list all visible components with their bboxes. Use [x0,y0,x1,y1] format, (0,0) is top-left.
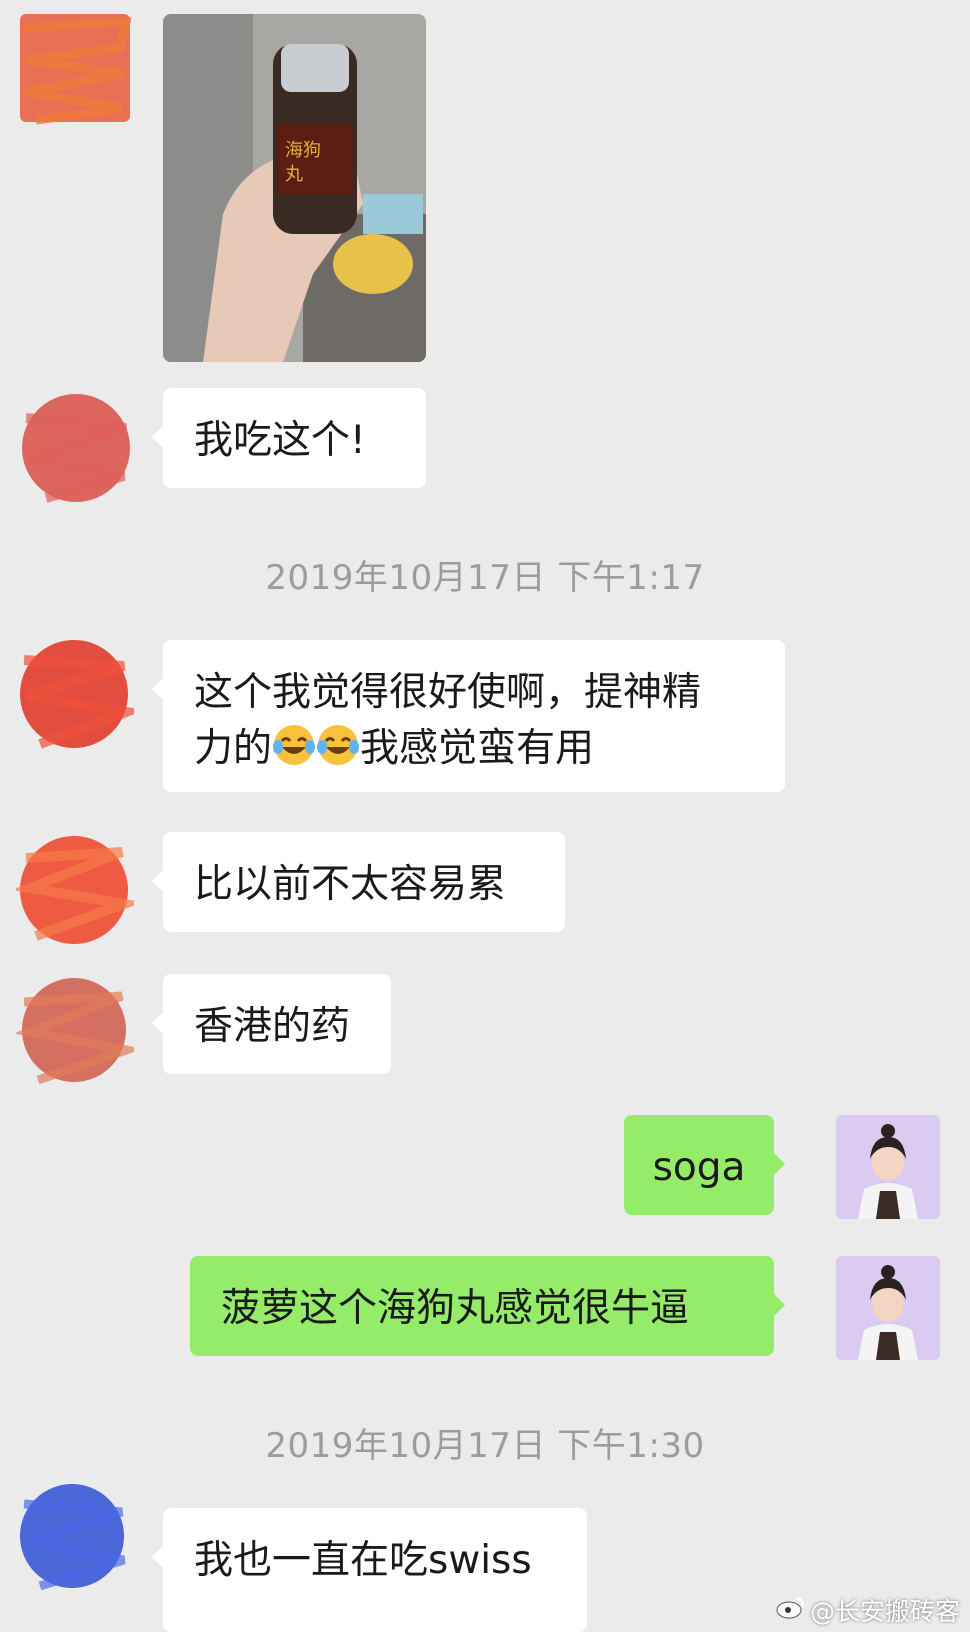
message-text: 比以前不太容易累 [194,862,507,907]
message-text: soga [652,1145,746,1190]
contact-avatar[interactable] [16,8,134,126]
contact-avatar[interactable] [13,972,144,1090]
self-avatar[interactable] [836,1115,940,1219]
timestamp: 2019年10月17日 下午1:30 [265,1426,705,1466]
message-text: 我吃这个! [194,418,366,463]
message-text: 这个我觉得很好使啊，提神精 [194,670,702,715]
watermark: @长安搬砖客 [776,1592,960,1628]
message-text: 香港的药 [194,1004,351,1049]
message-text: 我也一直在吃swiss [194,1538,532,1583]
contact-avatar[interactable] [16,388,134,506]
contact-avatar[interactable] [16,636,146,754]
chat-history: 海狗 丸 我吃这个! 2019年10月17日 下午1:17 这个我觉得很好使啊，… [0,0,970,1632]
svg-text:丸: 丸 [285,164,303,185]
message-bubble[interactable]: 比以前不太容易累 [152,832,565,932]
tears-of-joy-emoji [272,723,316,767]
timestamp: 2019年10月17日 下午1:17 [265,558,705,598]
message-bubble[interactable]: 我也一直在吃swiss [152,1508,587,1632]
contact-avatar[interactable] [16,1478,134,1596]
weibo-icon [776,1594,806,1626]
message-bubble[interactable]: 香港的药 [152,974,391,1074]
watermark-text: @长安搬砖客 [809,1597,960,1626]
contact-avatar[interactable] [11,830,144,948]
shared-photo[interactable]: 海狗 丸 [163,14,426,362]
svg-text:海狗: 海狗 [285,140,321,161]
self-avatar[interactable] [836,1256,940,1360]
message-text: 菠萝这个海狗丸感觉很牛逼 [221,1286,690,1331]
message-bubble[interactable]: 我吃这个! [152,388,426,488]
message-text-line2: 力的 我感觉蛮有用 [194,721,755,777]
tears-of-joy-emoji [316,723,360,767]
message-bubble[interactable]: 这个我觉得很好使啊，提神精 力的 我感觉蛮有用 [152,640,785,792]
message-bubble[interactable]: soga [624,1115,785,1215]
message-bubble[interactable]: 菠萝这个海狗丸感觉很牛逼 [190,1256,785,1356]
